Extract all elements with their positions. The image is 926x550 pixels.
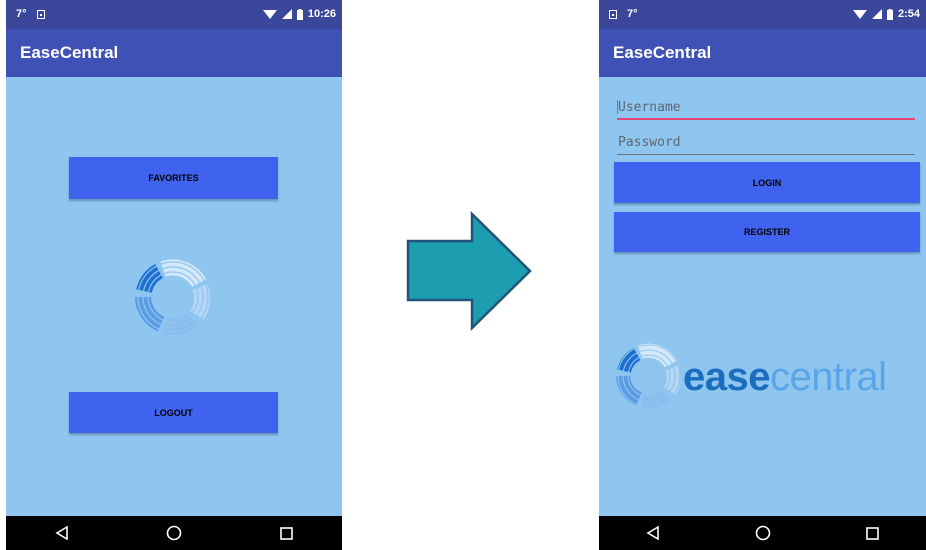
- favorites-button[interactable]: FAVORITES: [69, 157, 278, 199]
- right-arrow-icon: [406, 211, 532, 331]
- logo-part-central: central: [769, 355, 887, 399]
- clock-text: 10:26: [307, 8, 336, 20]
- right-phone-screen: 7° 2:54 EaseCentral Username Password LO…: [599, 0, 926, 550]
- notification-icon: [36, 9, 45, 19]
- easecentral-wordmark: easecentral: [683, 355, 887, 400]
- app-title: EaseCentral: [613, 43, 712, 62]
- logo-part-ease: ease: [683, 355, 770, 399]
- app-bar: EaseCentral: [6, 29, 342, 77]
- spinner-logo-icon: [135, 259, 211, 335]
- nav-bar: [6, 516, 342, 550]
- temperature-text: 7°: [16, 8, 27, 20]
- password-field[interactable]: Password: [617, 131, 915, 155]
- signal-icon: [281, 9, 292, 19]
- logout-button[interactable]: LOGOUT: [69, 392, 278, 433]
- wifi-icon: [262, 9, 277, 19]
- battery-icon: [886, 8, 893, 20]
- left-phone-screen: 7° 10:26 EaseCentral FAVORITES LOGOUT: [6, 0, 342, 550]
- status-bar: 7° 10:26: [6, 0, 342, 29]
- back-icon[interactable]: [646, 526, 660, 540]
- battery-icon: [296, 8, 303, 20]
- home-icon[interactable]: [166, 525, 182, 541]
- recents-icon[interactable]: [280, 526, 293, 540]
- app-bar: EaseCentral: [599, 29, 926, 77]
- easecentral-logo-icon: [616, 343, 681, 409]
- recents-icon[interactable]: [865, 526, 879, 540]
- app-title: EaseCentral: [20, 43, 119, 62]
- clock-text: 2:54: [897, 8, 920, 20]
- status-bar: 7° 2:54: [599, 0, 926, 29]
- back-icon[interactable]: [55, 526, 69, 540]
- nav-bar: [599, 516, 926, 550]
- notification-icon: [609, 9, 617, 19]
- login-button[interactable]: LOGIN: [614, 162, 920, 203]
- username-field[interactable]: Username: [617, 96, 915, 120]
- password-placeholder: Password: [618, 135, 681, 150]
- signal-icon: [871, 9, 882, 19]
- home-icon[interactable]: [755, 525, 771, 541]
- temperature-text: 7°: [627, 8, 638, 20]
- register-button[interactable]: REGISTER: [614, 212, 920, 252]
- username-placeholder: Username: [618, 100, 681, 115]
- wifi-icon: [852, 9, 867, 19]
